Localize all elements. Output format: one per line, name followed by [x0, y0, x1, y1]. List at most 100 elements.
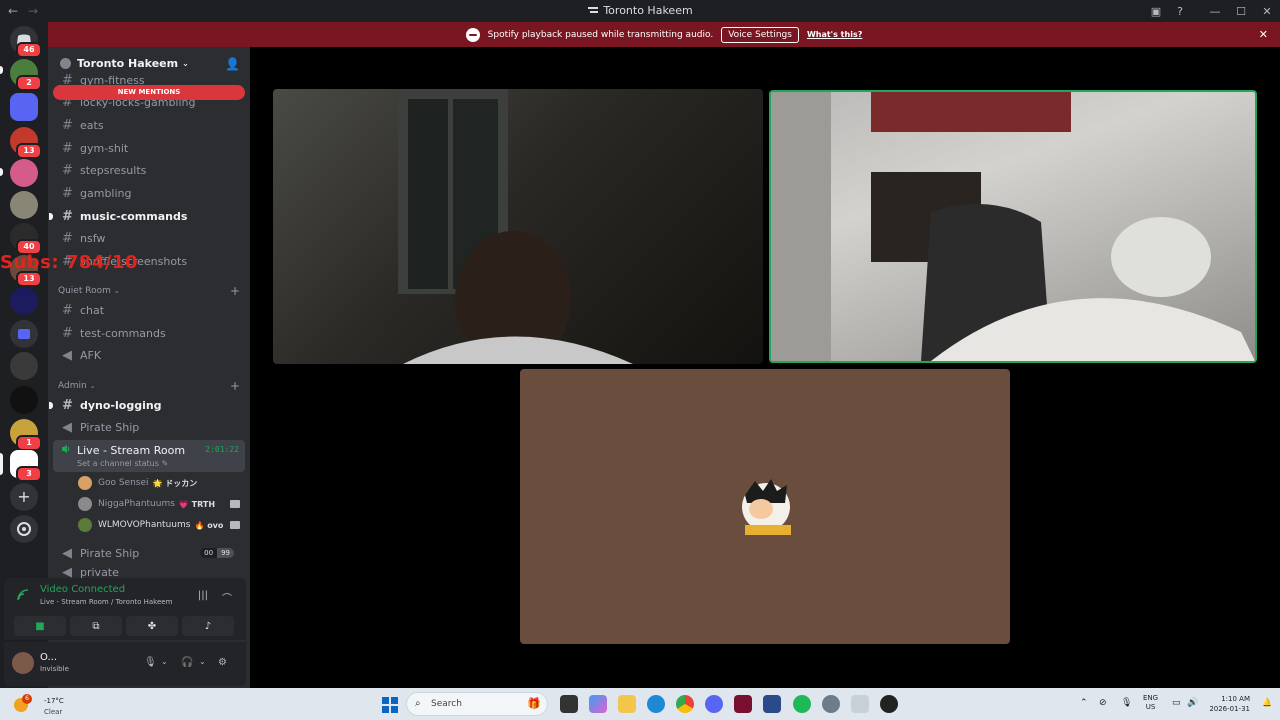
server-icon-6[interactable]: 40	[10, 223, 42, 255]
chrome-icon[interactable]	[676, 695, 694, 713]
gear-icon[interactable]: ⚙	[218, 657, 227, 668]
new-mentions-bar[interactable]: NEW MENTIONS	[53, 85, 245, 100]
live-stream-room-channel[interactable]: Live - Stream Room 2:01:22 Set a channel…	[53, 440, 245, 472]
channel-item[interactable]: # nsfw	[54, 228, 244, 248]
file-explorer-icon[interactable]	[618, 695, 636, 713]
server-icon-2[interactable]	[10, 93, 38, 121]
network-off-icon[interactable]: ⊘	[1099, 698, 1107, 708]
minimize-button[interactable]: —	[1202, 0, 1228, 22]
server-icon-11[interactable]: 1	[10, 419, 42, 451]
close-window-button[interactable]: ✕	[1254, 0, 1280, 22]
volume-icon[interactable]: 🔊	[1187, 698, 1198, 708]
remote-desktop-icon[interactable]	[763, 695, 781, 713]
username[interactable]: O...	[40, 652, 57, 663]
discord-icon[interactable]	[705, 695, 723, 713]
monitor-icon[interactable]: ▭	[1172, 698, 1181, 708]
chevron-up-icon[interactable]: ⌃	[1080, 698, 1088, 708]
system-clock[interactable]: 1:10 AM 2026-01-31	[1209, 694, 1250, 714]
whats-this-link[interactable]: What's this?	[807, 30, 862, 39]
invite-people-icon[interactable]: 👤	[225, 57, 240, 71]
camera-button[interactable]: ■	[14, 616, 66, 636]
channel-label: Pirate Ship	[80, 420, 140, 434]
channel-item[interactable]: # eats	[54, 115, 244, 135]
channel-label: gym-shit	[80, 141, 129, 155]
server-icon-9[interactable]	[10, 352, 38, 380]
chevron-down-icon[interactable]: ⌄	[199, 657, 206, 666]
disconnect-icon[interactable]: ⌒	[222, 590, 232, 605]
voice-status[interactable]: Video Connected	[40, 584, 125, 595]
category-quiet-room[interactable]: Quiet Room ⌄ +	[58, 284, 242, 298]
voice-user[interactable]: Goo Sensei 🌟 ドッカン	[78, 473, 244, 493]
weather-badge: 6	[22, 694, 32, 704]
voice-user[interactable]: WLMOVOPhantuums 🔥 ovo	[78, 515, 244, 535]
channel-item[interactable]: # chat	[54, 300, 244, 320]
chevron-down-icon[interactable]: ⌄	[161, 657, 168, 666]
settings-icon[interactable]	[822, 695, 840, 713]
category-admin[interactable]: Admin ⌄ +	[58, 379, 242, 393]
snipping-tool-icon[interactable]	[851, 695, 869, 713]
language-indicator[interactable]: ENG US	[1143, 694, 1158, 712]
taskbar-search[interactable]: ⌕ Search 🎁	[406, 692, 548, 716]
video-tile-2-speaking[interactable]	[769, 90, 1257, 363]
voice-user[interactable]: NiggaPhantuums 💗 TRTH	[78, 494, 244, 514]
windows-start-icon[interactable]	[382, 697, 398, 713]
activities-button[interactable]: ✤	[126, 616, 178, 636]
live-channel-name: Live - Stream Room	[77, 444, 186, 457]
channel-item-unread[interactable]: # music-commands	[49, 206, 244, 226]
copilot-icon[interactable]	[589, 695, 607, 713]
screen-share-button[interactable]: ⧉	[70, 616, 122, 636]
channel-item[interactable]: # test-commands	[54, 323, 244, 343]
noise-suppression-icon[interactable]: |||	[198, 590, 208, 601]
hash-icon: #	[62, 185, 73, 201]
soundboard-button[interactable]: ♪	[182, 616, 234, 636]
server-icon-3[interactable]: 13	[10, 127, 42, 159]
channel-item[interactable]: # gym-shit	[54, 138, 244, 158]
channel-item[interactable]: # gambling	[54, 183, 244, 203]
weather-widget[interactable]: 6 -17°C Clear	[10, 692, 70, 716]
add-server-icon[interactable]: +	[10, 483, 38, 511]
notification-bell-icon[interactable]: 🔔	[1262, 698, 1272, 707]
server-icon-4[interactable]	[10, 159, 38, 187]
avatar[interactable]	[12, 652, 34, 674]
voice-channel-item[interactable]: ◀ private	[54, 565, 244, 579]
direct-messages-icon[interactable]: 46	[10, 26, 42, 58]
obs-icon[interactable]	[880, 695, 898, 713]
task-view-icon[interactable]	[560, 695, 578, 713]
voice-channel-item[interactable]: ◀ AFK	[54, 345, 244, 365]
discover-icon[interactable]	[10, 515, 38, 543]
folder-icon[interactable]	[10, 320, 38, 348]
server-icon-10[interactable]	[10, 386, 38, 414]
server-icon-8[interactable]	[10, 287, 38, 315]
voice-channel-item[interactable]: ◀ Pirate Ship 00 99	[54, 543, 244, 563]
channel-item-unread[interactable]: # dyno-logging	[49, 395, 244, 415]
channel-label: music-commands	[80, 209, 188, 223]
next-app-icon[interactable]	[734, 695, 752, 713]
speaker-icon: ◀	[62, 347, 72, 363]
user-status: Invisible	[40, 665, 69, 673]
edge-icon[interactable]	[647, 695, 665, 713]
server-icon-toronto-hakeem[interactable]: 3	[10, 450, 42, 482]
microphone-icon[interactable]: 🎙	[144, 657, 157, 668]
headphones-icon[interactable]: 🎧	[181, 657, 193, 668]
video-tile-3-avatar[interactable]	[520, 369, 1010, 644]
server-icon-1[interactable]: 2	[10, 59, 42, 91]
channel-item[interactable]: # stepsresults	[54, 160, 244, 180]
microphone-tray-icon[interactable]: 🎙	[1121, 698, 1132, 708]
channel-label: AFK	[80, 348, 102, 362]
voice-settings-button[interactable]: Voice Settings	[721, 26, 799, 43]
chevron-down-icon: ⌄	[89, 382, 96, 390]
close-icon[interactable]: ✕	[1259, 28, 1268, 41]
spotify-taskbar-icon[interactable]	[793, 695, 811, 713]
channel-status-prompt[interactable]: Set a channel status ✎	[77, 459, 168, 468]
signal-icon[interactable]	[16, 588, 30, 602]
server-icon-5[interactable]	[10, 191, 38, 219]
help-icon[interactable]: ?	[1168, 0, 1192, 22]
inbox-icon[interactable]: ▣	[1144, 0, 1168, 22]
add-channel-icon[interactable]: +	[230, 379, 240, 393]
video-tile-1[interactable]	[273, 89, 763, 364]
voice-channel-item[interactable]: ◀ Pirate Ship	[54, 417, 244, 437]
add-channel-icon[interactable]: +	[230, 284, 240, 298]
voice-location[interactable]: Live - Stream Room / Toronto Hakeem	[40, 598, 172, 606]
maximize-button[interactable]: ☐	[1228, 0, 1254, 22]
server-guild-icon	[60, 57, 71, 69]
